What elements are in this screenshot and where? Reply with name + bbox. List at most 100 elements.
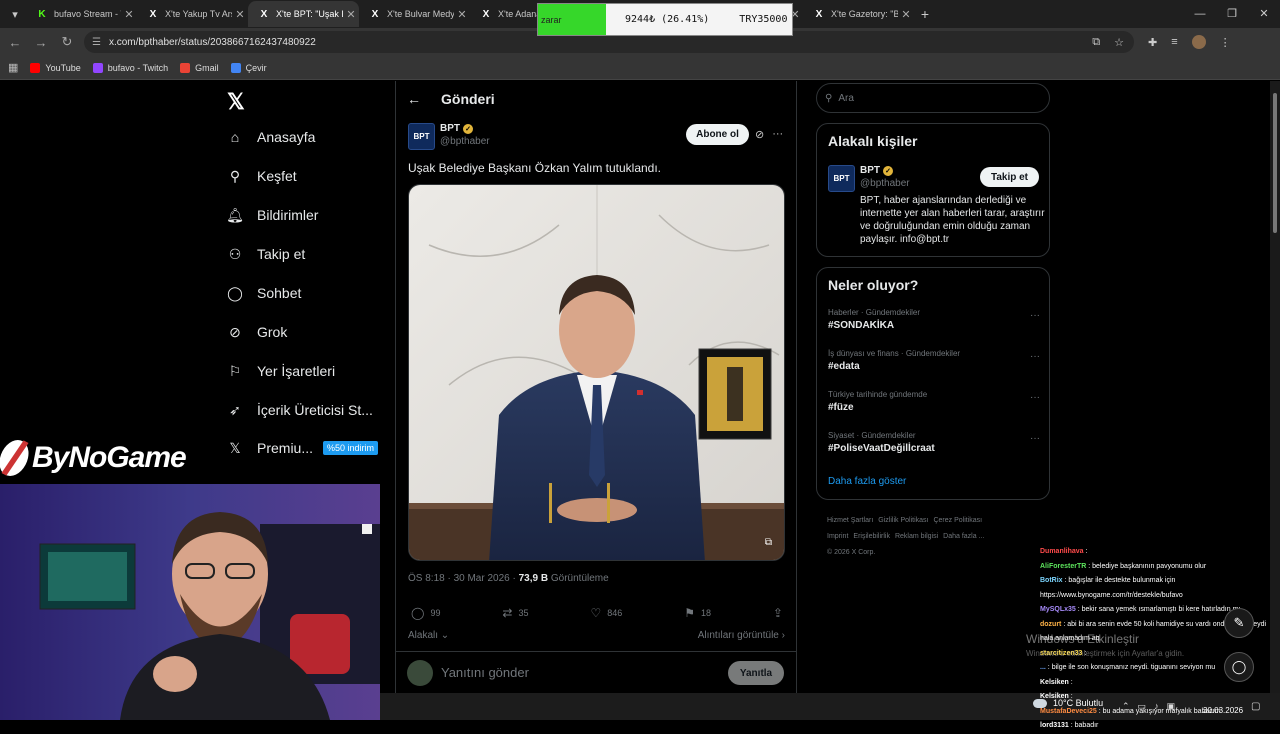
tab-close-icon[interactable]: ✕ xyxy=(232,8,248,21)
minimize-icon[interactable]: — xyxy=(1184,0,1216,28)
nav-item[interactable]: ➶ İçerik Üreticisi St... xyxy=(226,401,373,419)
author-handle[interactable]: @bpthaber xyxy=(440,136,490,147)
chevron-up-icon[interactable]: ⌃ xyxy=(1122,701,1130,712)
chat-username[interactable]: Dumanlihava xyxy=(1040,548,1084,555)
footer-link[interactable]: Çerez Politikası xyxy=(933,517,982,524)
restore-icon[interactable]: ❐ xyxy=(1216,0,1248,28)
tab-close-icon[interactable]: ✕ xyxy=(454,8,470,21)
more-options-icon[interactable]: ··· xyxy=(1030,433,1040,444)
reply-input[interactable]: Yanıtını gönder xyxy=(441,665,529,680)
nav-item[interactable]: ⚐ Yer İşaretleri xyxy=(226,362,335,380)
pin-icon[interactable]: ✎ xyxy=(1224,608,1254,638)
profile-avatar[interactable] xyxy=(1191,35,1206,49)
bookmark-item[interactable]: YouTube xyxy=(30,62,81,73)
footer-link[interactable]: Gizlilik Politikası xyxy=(878,517,928,524)
person-name[interactable]: BPT xyxy=(860,165,880,176)
reply-button[interactable]: Yanıtla xyxy=(728,661,784,685)
footer-link[interactable]: Reklam bilgisi xyxy=(895,533,938,540)
browser-tab[interactable]: X X'te Yakup Tv Arş ✕ xyxy=(137,1,248,27)
browser-menu-icon[interactable]: ⋮ xyxy=(1220,36,1231,49)
media-control-icon[interactable]: ≡ xyxy=(1171,36,1177,48)
back-arrow-icon[interactable]: ← xyxy=(407,91,421,107)
chat-username[interactable]: ... xyxy=(1040,664,1046,671)
close-window-icon[interactable]: ✕ xyxy=(1248,0,1280,28)
related-dropdown[interactable]: Alakalı ⌄ xyxy=(408,630,449,641)
notification-icon[interactable]: ▢ xyxy=(1251,701,1260,712)
author-avatar[interactable]: BPT xyxy=(408,123,435,150)
more-options-icon[interactable]: ··· xyxy=(1030,351,1040,362)
browser-tab[interactable]: X X'te Bulvar Medya ✕ xyxy=(359,1,470,27)
display-icon[interactable]: ▣ xyxy=(1167,701,1176,712)
trend-item[interactable]: Türkiye tarihinde gündemde #füze ··· xyxy=(828,390,1040,413)
nav-item[interactable]: 𝕏 Premiu... %50 indirim xyxy=(226,439,379,457)
nav-item[interactable]: ⚇ Takip et xyxy=(226,245,306,263)
site-info-icon[interactable]: ☰ xyxy=(92,37,101,48)
post-author[interactable]: BPT BPT ✓ @bpthaber xyxy=(408,123,490,150)
bookmark-item[interactable]: Çevir xyxy=(230,62,267,73)
bookmark-item[interactable]: Gmail xyxy=(180,62,219,73)
grok-icon[interactable]: ⊘ xyxy=(755,128,764,141)
post-image[interactable]: ⧉ xyxy=(408,184,785,561)
more-options-icon[interactable]: ··· xyxy=(1030,310,1040,321)
reload-icon[interactable]: ↻ xyxy=(54,34,80,50)
bookmark-action[interactable]: ⚑ 18 xyxy=(684,606,711,620)
author-name[interactable]: BPT xyxy=(440,123,460,134)
tab-close-icon[interactable]: ✕ xyxy=(343,8,359,21)
star-bookmark-icon[interactable]: ☆ xyxy=(1114,36,1124,49)
person-avatar[interactable]: BPT xyxy=(828,165,855,192)
repost-action[interactable]: ⇄ 35 xyxy=(502,606,528,620)
more-options-icon[interactable]: ··· xyxy=(772,128,783,141)
footer-link[interactable]: Erişilebilirlik xyxy=(853,533,890,540)
post-time[interactable]: ÖS 8:18 · 30 Mar 2026 · xyxy=(408,573,516,584)
weather-widget[interactable]: 10°C Bulutlu xyxy=(1033,698,1103,708)
tab-search-icon[interactable]: ▾ xyxy=(4,3,26,25)
footer-link[interactable]: Hizmet Şartları xyxy=(827,517,873,524)
taskbar-date[interactable]: 30.03.2026 xyxy=(1203,706,1243,715)
chat-username[interactable]: Kelsiken xyxy=(1040,679,1069,686)
follow-button[interactable]: Takip et xyxy=(980,167,1039,187)
footer-link[interactable]: Imprint xyxy=(827,533,848,540)
trend-item[interactable]: Siyaset · Gündemdekiler #PoliseVaatDeğilİ… xyxy=(828,431,1040,454)
new-tab-button[interactable]: + xyxy=(914,6,936,22)
like-action[interactable]: ♡ 846 xyxy=(590,606,622,620)
person-handle[interactable]: @bpthaber xyxy=(860,178,910,189)
nav-item[interactable]: ◯ Sohbet xyxy=(226,284,301,302)
trend-item[interactable]: Haberler · Gündemdekiler #SONDAKİKA ··· xyxy=(828,308,1040,331)
browser-tab[interactable]: X X'te Gazetory: "Bi ✕ xyxy=(803,1,914,27)
back-arrow-icon[interactable]: ← xyxy=(2,35,28,50)
chat-username[interactable]: BotRix xyxy=(1040,577,1063,584)
more-options-icon[interactable]: ··· xyxy=(1030,392,1040,403)
search-input[interactable]: ⚲ Ara xyxy=(816,83,1050,113)
install-app-icon[interactable]: ⧉ xyxy=(1092,36,1100,49)
chat-username[interactable]: AliForesterTR xyxy=(1040,563,1086,570)
footer-link[interactable]: Daha fazla ... xyxy=(943,533,984,540)
reply-action[interactable]: ◯ 99 xyxy=(411,606,440,620)
extensions-icon[interactable]: ✚ xyxy=(1148,36,1157,49)
nav-item[interactable]: ⊘ Grok xyxy=(226,323,287,341)
nav-item[interactable]: 🔔︎ Bildirimler xyxy=(226,206,318,224)
trend-item[interactable]: İş dünyası ve finans · Gündemdekiler #eda… xyxy=(828,349,1040,372)
network-icon[interactable]: ▭ xyxy=(1138,701,1147,712)
tab-close-icon[interactable]: ✕ xyxy=(898,8,914,21)
apps-grid-icon[interactable]: ▦ xyxy=(8,61,18,74)
share-action[interactable]: ⇪ xyxy=(773,606,783,620)
bookmark-item[interactable]: bufavo - Twitch xyxy=(92,62,168,73)
view-quotes-link[interactable]: Alıntıları görüntüle › xyxy=(698,630,785,641)
browser-tab[interactable]: X X'te BPT: "Uşak Be✕ xyxy=(248,1,359,27)
chat-bubble-icon[interactable]: ◯ xyxy=(1224,652,1254,682)
x-logo-icon[interactable]: 𝕏 xyxy=(227,89,245,115)
chat-username[interactable]: MustafaDeveci25 xyxy=(1040,708,1097,715)
scrollbar-thumb[interactable] xyxy=(1273,93,1277,233)
nav-item[interactable]: ⚲ Keşfet xyxy=(226,167,297,185)
chat-username[interactable]: dozurt xyxy=(1040,621,1061,628)
subscribe-button[interactable]: Abone ol xyxy=(686,124,749,145)
chat-username[interactable]: MySQLx35 xyxy=(1040,606,1076,613)
speaker-icon[interactable]: ♪ xyxy=(1154,701,1159,712)
nav-item[interactable]: ⌂ Anasayfa xyxy=(226,128,316,146)
browser-tab[interactable]: Kbufavo Stream - V ✕ xyxy=(26,1,137,27)
show-more-link[interactable]: Daha fazla göster xyxy=(828,476,906,487)
tab-close-icon[interactable]: ✕ xyxy=(121,8,137,21)
chat-username[interactable]: lord3131 xyxy=(1040,722,1069,729)
forward-arrow-icon[interactable]: → xyxy=(28,35,54,50)
image-action-icon[interactable]: ⧉ xyxy=(765,537,772,548)
